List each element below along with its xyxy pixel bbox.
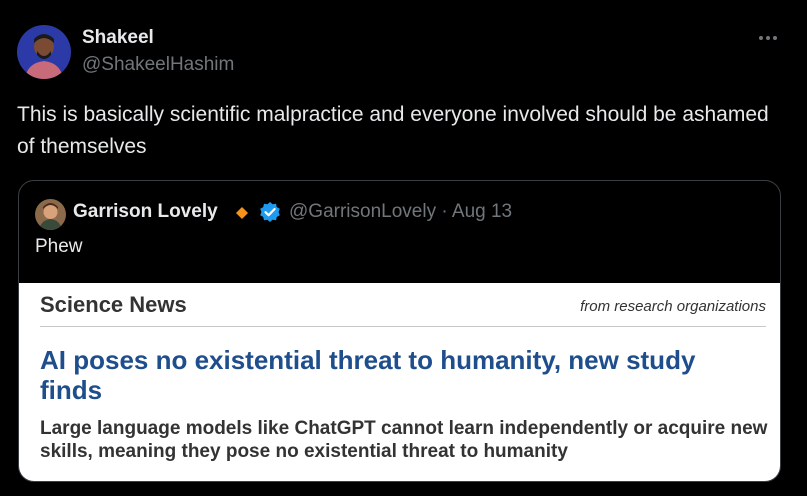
more-horizontal-icon[interactable] — [756, 28, 780, 48]
author-name[interactable]: Shakeel — [82, 27, 154, 49]
quoted-tweet[interactable]: Garrison Lovely @GarrisonLovely · Aug 13… — [18, 180, 781, 482]
tweet: Shakeel @ShakeelHashim This is basically… — [0, 0, 807, 496]
tweet-text: This is basically scientific malpractice… — [17, 103, 769, 158]
verified-badge-icon — [259, 201, 281, 223]
author-handle[interactable]: @ShakeelHashim — [82, 54, 234, 76]
quoted-media-image[interactable]: Science News from research organizations… — [19, 283, 780, 481]
author-avatar[interactable] — [17, 25, 71, 79]
quoted-author-avatar[interactable] — [35, 199, 66, 230]
quoted-author-name[interactable]: Garrison Lovely — [73, 201, 218, 223]
publication-title: Science News — [40, 292, 187, 317]
orange-diamond-icon — [234, 205, 250, 221]
quoted-text: Phew — [35, 236, 83, 257]
article-headline: AI poses no existential threat to humani… — [40, 345, 696, 405]
article-subheadline: Large language models like ChatGPT canno… — [40, 418, 768, 462]
publication-byline: from research organizations — [580, 298, 766, 315]
quoted-meta[interactable]: @GarrisonLovely · Aug 13 — [289, 201, 512, 223]
divider — [40, 326, 766, 327]
